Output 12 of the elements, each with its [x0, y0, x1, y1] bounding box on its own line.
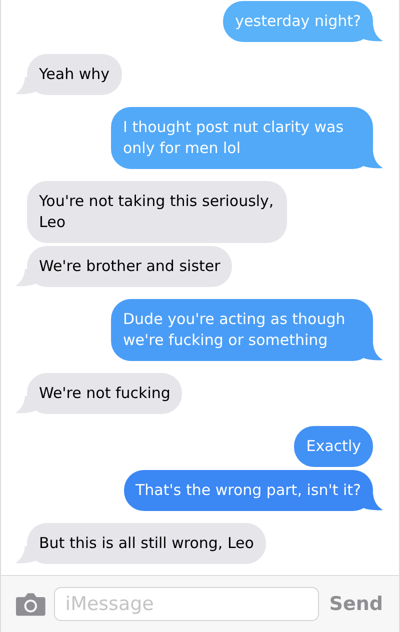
message-bubble: I thought post nut clarity was only for men lol	[111, 107, 373, 169]
message-bubble: yesterday night?	[223, 1, 373, 42]
message-bubble: We're brother and sister	[27, 246, 232, 287]
message-bubble: Yeah why	[27, 54, 122, 95]
message-field[interactable]: iMessage	[54, 587, 320, 621]
message-bubble: But this is all still wrong, Leo	[27, 523, 266, 564]
message-bubble: That's the wrong part, isn't it?	[124, 470, 373, 511]
message-bubble: We're not fucking	[27, 373, 182, 414]
message-bubble: Dude you're acting as though we're fucking or something	[111, 299, 373, 361]
message-bubble: Exactly	[294, 426, 373, 467]
camera-icon[interactable]	[15, 591, 46, 617]
message-bubble: You're not taking this seriously, Leo	[27, 181, 287, 243]
